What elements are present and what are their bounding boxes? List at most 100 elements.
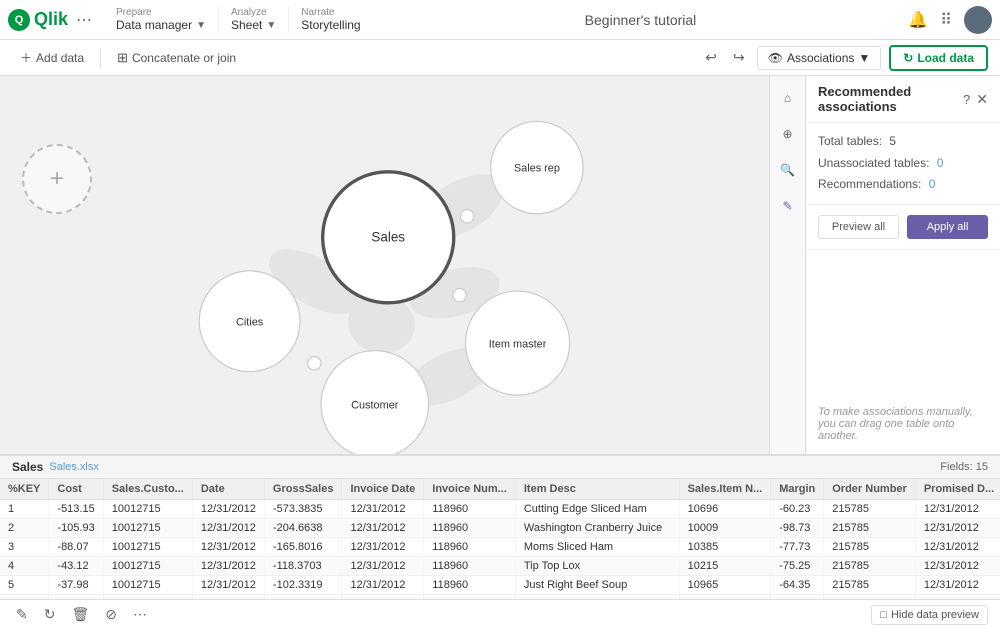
cities-node-label: Cities <box>236 316 264 328</box>
table-cell: 12/31/2012 <box>342 557 424 576</box>
apply-all-button[interactable]: Apply all <box>907 215 988 239</box>
preview-toolbar: ✎ ↻ 🗑 ⊘ ⋯ □ Hide data preview <box>0 599 1000 629</box>
table-cell: 10696 <box>679 500 771 519</box>
home-tool-button[interactable]: ⌂ <box>774 84 802 112</box>
zoom-tool-button[interactable]: 🔍 <box>774 156 802 184</box>
connector-dot-2 <box>453 289 466 302</box>
header-more-button[interactable]: ⋯ <box>76 10 92 30</box>
preview-header: Sales Sales.xlsx Fields: 15 <box>0 456 1000 479</box>
table-cell: 10965 <box>679 576 771 595</box>
sales-rep-node-label: Sales rep <box>514 163 560 175</box>
table-cell: 12/31/2012 <box>915 538 1000 557</box>
toolbar-right: ↩ ↪ 👁 Associations ▼ ↻ Load data <box>701 45 988 71</box>
toolbar-separator <box>100 48 101 68</box>
delete-tool-button[interactable]: 🗑 <box>67 604 93 625</box>
prepare-label: Prepare <box>116 7 206 18</box>
narrate-label: Narrate <box>301 7 360 18</box>
qlik-logo-text: Qlik <box>34 9 68 30</box>
edit-tool-button[interactable]: ✎ <box>12 604 32 625</box>
table-cell: 118960 <box>424 519 516 538</box>
connector-dot-3 <box>308 357 321 370</box>
table-cell: 118960 <box>424 576 516 595</box>
canvas-area[interactable]: + <box>0 76 805 454</box>
panel-info: To make associations manually, you can d… <box>806 250 1000 454</box>
more-tool-button[interactable]: ⋯ <box>129 604 151 625</box>
undo-button[interactable]: ↩ <box>701 45 721 70</box>
table-cell: 2 <box>0 519 49 538</box>
table-cell: -75.25 <box>771 557 824 576</box>
total-tables-stat: Total tables: 5 <box>818 131 988 153</box>
narrate-section[interactable]: Narrate Storytelling <box>289 7 372 32</box>
col-key: %KEY <box>0 479 49 500</box>
grid-icon[interactable]: ⠿ <box>940 10 952 30</box>
table-cell: 10012715 <box>103 519 192 538</box>
col-order-num: Order Number <box>824 479 916 500</box>
table-cell: 12/31/2012 <box>192 500 264 519</box>
table-cell: 12/31/2012 <box>192 557 264 576</box>
analyze-label: Analyze <box>231 7 276 18</box>
hide-preview-icon: □ <box>880 609 887 621</box>
preview-all-button[interactable]: Preview all <box>818 215 899 239</box>
table-cell: 12/31/2012 <box>192 519 264 538</box>
table-cell: 4 <box>0 557 49 576</box>
prepare-section[interactable]: Prepare Data manager ▼ <box>104 7 219 32</box>
header-actions: 🔔 ⠿ <box>908 6 992 34</box>
associations-button[interactable]: 👁 Associations ▼ <box>757 46 882 70</box>
table-cell: 12/31/2012 <box>915 519 1000 538</box>
toolbar: ＋ Add data ⊞ Concatenate or join ↩ ↪ 👁 A… <box>0 40 1000 76</box>
table-cell: 215785 <box>824 519 916 538</box>
col-item-desc: Item Desc <box>515 479 679 500</box>
table-cell: 12/31/2012 <box>915 557 1000 576</box>
panel-close-button[interactable]: ✕ <box>976 91 988 108</box>
col-margin: Margin <box>771 479 824 500</box>
canvas-toolbar: ⌂ ⊕ 🔍 ✎ <box>769 76 805 454</box>
preview-table-wrap[interactable]: %KEY Cost Sales.Custo... Date GrossSales… <box>0 479 1000 599</box>
table-cell: -98.73 <box>771 519 824 538</box>
preview-source-link[interactable]: Sales.xlsx <box>49 461 99 473</box>
table-cell: 1 <box>0 500 49 519</box>
preview-table-title: Sales <box>12 460 43 474</box>
concat-button[interactable]: ⊞ Concatenate or join <box>109 46 244 70</box>
table-cell: 12/31/2012 <box>342 519 424 538</box>
table-cell: 12/31/2012 <box>192 576 264 595</box>
col-cust: Sales.Custo... <box>103 479 192 500</box>
load-data-button[interactable]: ↻ Load data <box>889 45 988 71</box>
table-cell: Moms Sliced Ham <box>515 538 679 557</box>
bubble-diagram: Sales Sales rep Cities Item master Custo… <box>0 76 805 454</box>
panel-stats: Total tables: 5 Unassociated tables: 0 R… <box>806 123 1000 205</box>
table-cell: 10012715 <box>103 557 192 576</box>
table-row: 5-37.981001271512/31/2012-102.331912/31/… <box>0 576 1000 595</box>
table-cell: 118960 <box>424 557 516 576</box>
table-row: 4-43.121001271512/31/2012-118.370312/31/… <box>0 557 1000 576</box>
refresh-tool-button[interactable]: ↻ <box>40 604 60 625</box>
qlik-logo: Q Qlik <box>8 9 68 31</box>
table-header-row: %KEY Cost Sales.Custo... Date GrossSales… <box>0 479 1000 500</box>
main-content: + <box>0 76 1000 454</box>
eye-icon: 👁 <box>768 51 783 65</box>
table-cell: Tip Top Lox <box>515 557 679 576</box>
panel-header-actions: ? ✕ <box>963 91 988 108</box>
filter-tool-button[interactable]: ⊘ <box>101 604 121 625</box>
hide-preview-button[interactable]: □ Hide data preview <box>871 605 988 625</box>
table-cell: -513.15 <box>49 500 103 519</box>
redo-button[interactable]: ↪ <box>729 45 749 70</box>
col-cost: Cost <box>49 479 103 500</box>
select-tool-button[interactable]: ⊕ <box>774 120 802 148</box>
table-cell: 215785 <box>824 538 916 557</box>
qlik-logo-icon: Q <box>8 9 30 31</box>
notification-icon[interactable]: 🔔 <box>908 10 928 30</box>
user-avatar[interactable] <box>964 6 992 34</box>
table-cell: -88.07 <box>49 538 103 557</box>
add-data-button[interactable]: ＋ Add data <box>12 45 92 70</box>
item-master-node-label: Item master <box>489 338 547 350</box>
preview-fields-count: Fields: 15 <box>940 461 988 473</box>
table-cell: 10012715 <box>103 500 192 519</box>
table-row: 2-105.931001271512/31/2012-204.663812/31… <box>0 519 1000 538</box>
pen-tool-button[interactable]: ✎ <box>774 192 802 220</box>
table-cell: -118.3703 <box>264 557 342 576</box>
analyze-section[interactable]: Analyze Sheet ▼ <box>219 7 289 32</box>
recommendations-stat: Recommendations: 0 <box>818 174 988 196</box>
panel-buttons: Preview all Apply all <box>806 205 1000 250</box>
table-cell: 10012715 <box>103 538 192 557</box>
panel-help-icon[interactable]: ? <box>963 92 970 107</box>
